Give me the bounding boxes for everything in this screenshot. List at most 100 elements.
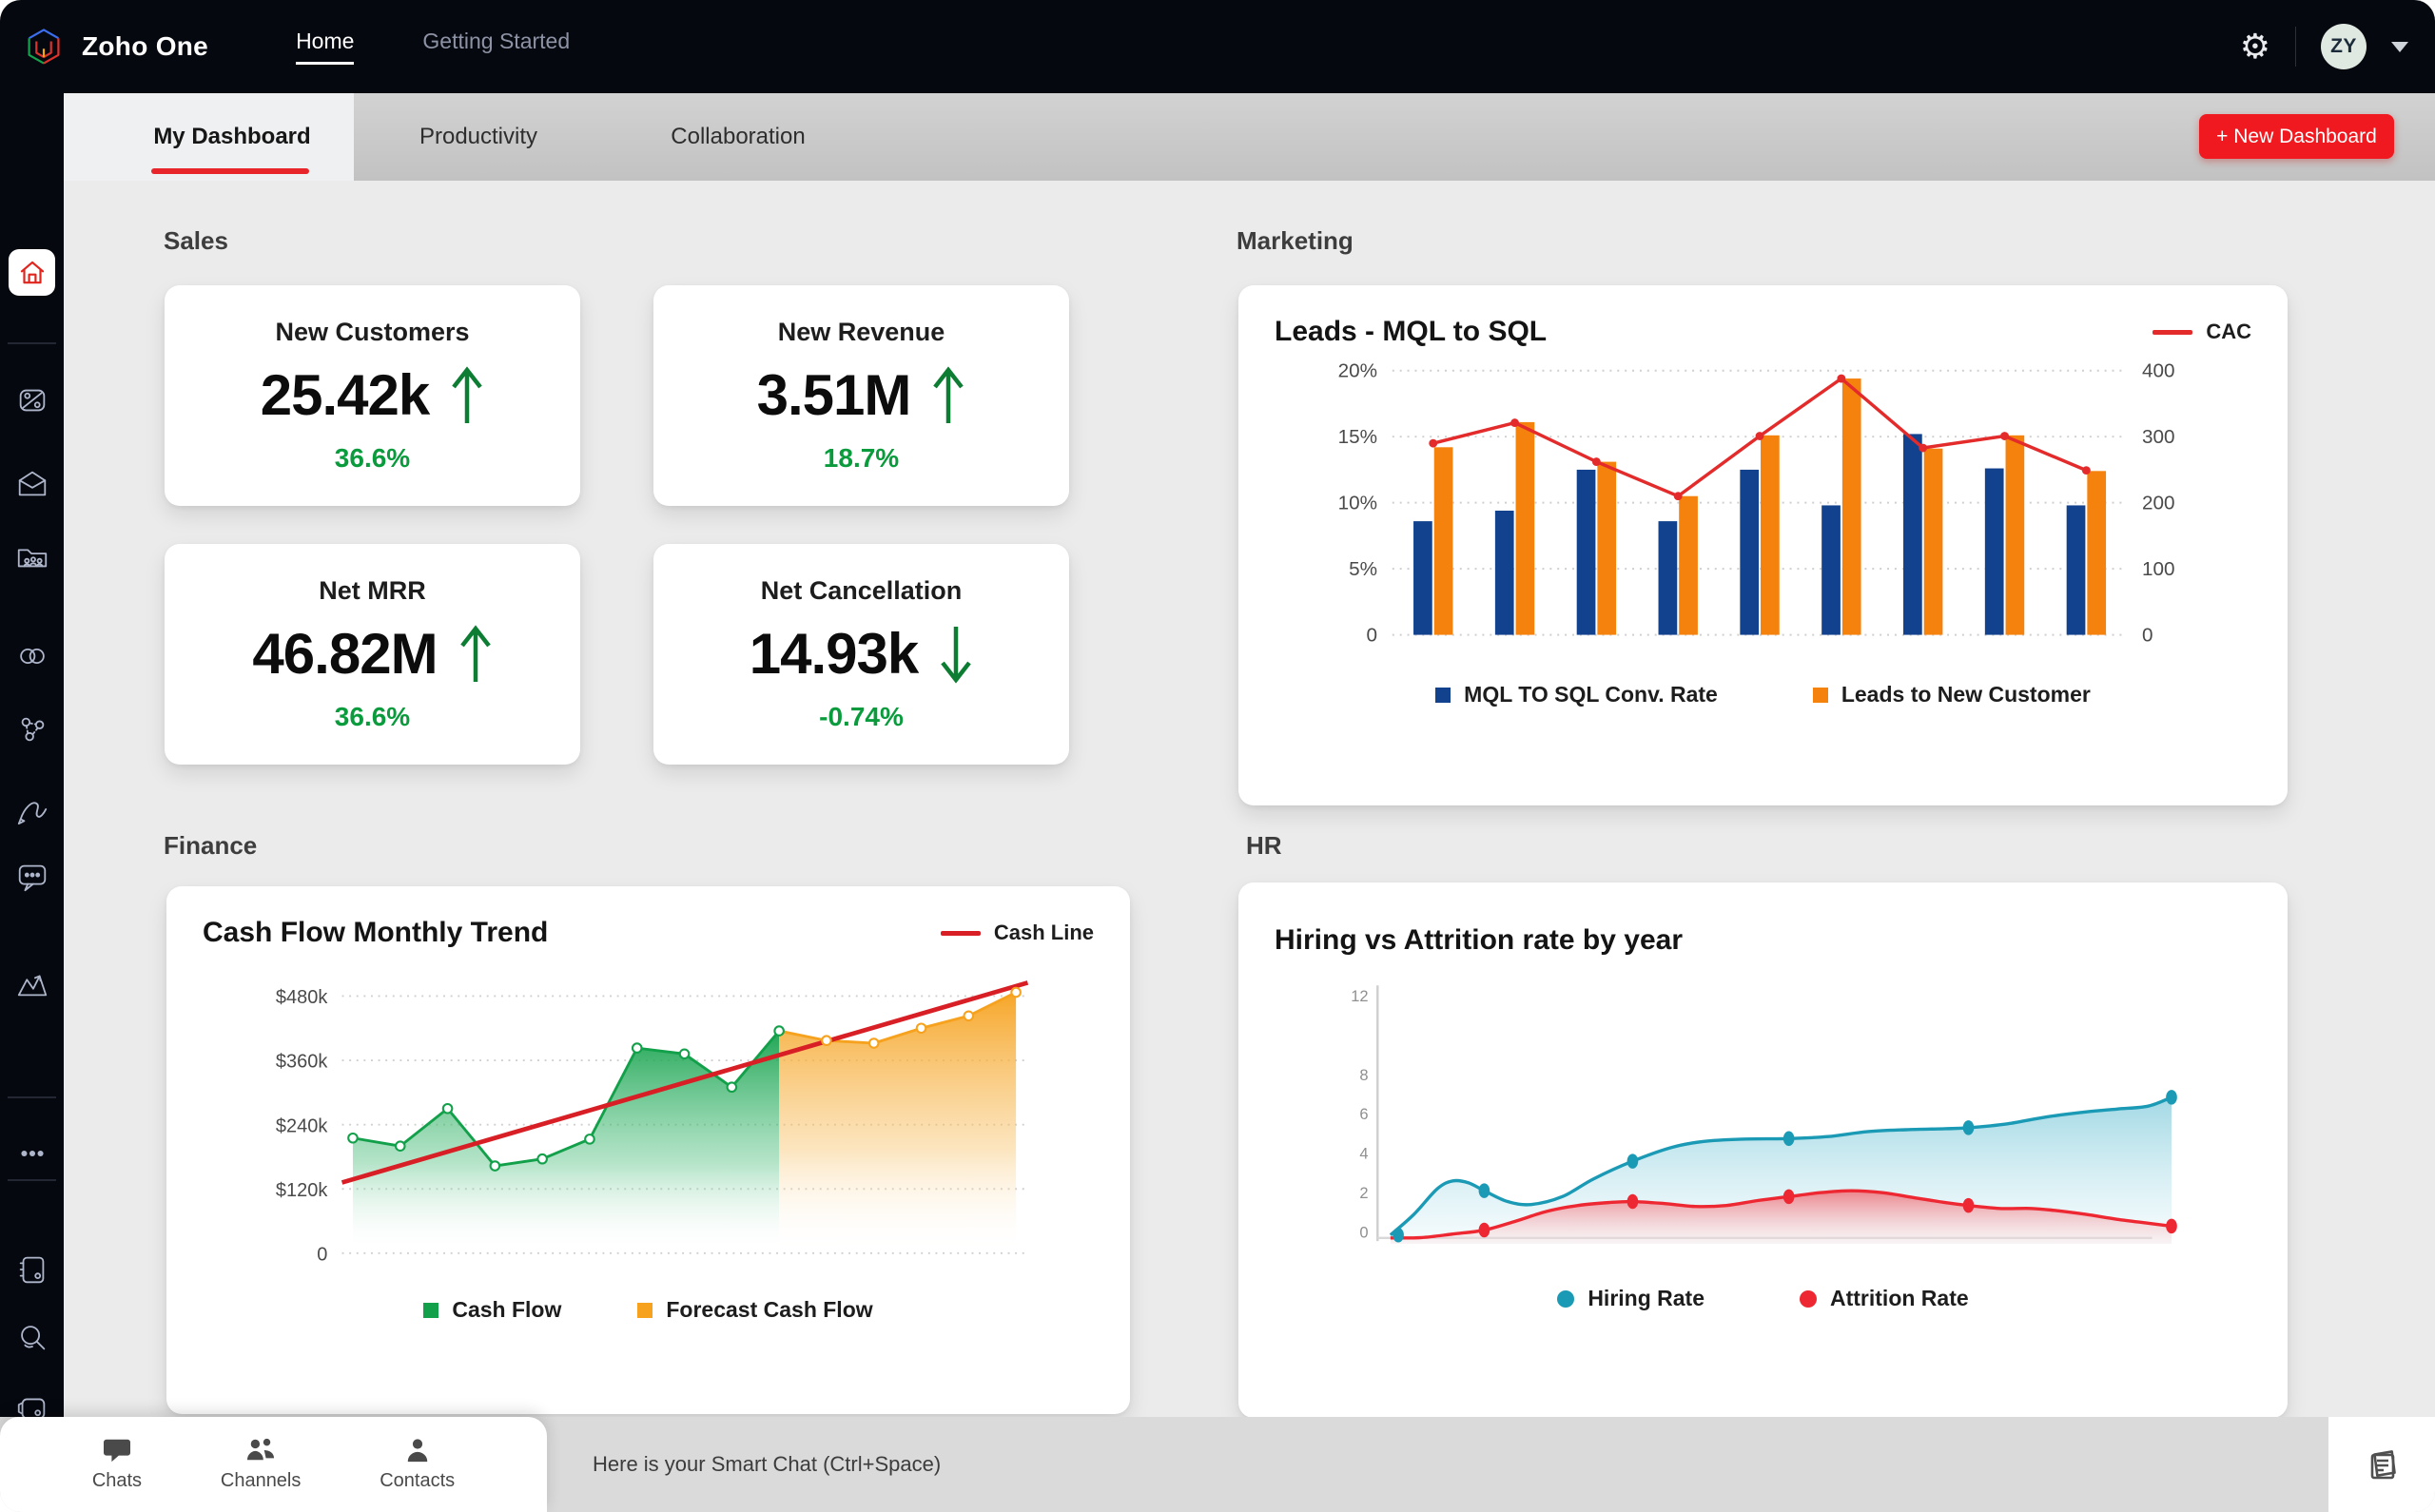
- green-square-swatch: [423, 1302, 439, 1318]
- person-icon: [407, 1439, 427, 1463]
- more-dots-icon: [20, 1150, 44, 1157]
- dashboard-tabstrip: My Dashboard Productivity Collaboration …: [64, 93, 2435, 181]
- chat-bubble-icon: [103, 1439, 130, 1463]
- chat-icon: [18, 864, 46, 892]
- svg-text:100: 100: [2142, 558, 2175, 580]
- nav-getting-started[interactable]: Getting Started: [422, 29, 570, 65]
- mql-to-sql-chart: 20% 400 15% 300 10% 200 5% 100 0 0: [1338, 360, 2175, 647]
- links-icon: [19, 648, 45, 665]
- sign-icon: [17, 802, 47, 825]
- bottom-tab-channels[interactable]: Channels: [221, 1437, 301, 1492]
- kpi-value: 46.82M: [252, 622, 438, 686]
- notes-button[interactable]: [2328, 1417, 2435, 1512]
- svg-text:5%: 5%: [1349, 558, 1377, 580]
- kpi-change: 36.6%: [334, 443, 411, 473]
- svg-text:$360k: $360k: [276, 1052, 328, 1073]
- svg-text:0: 0: [2142, 624, 2153, 646]
- zoho-one-logo-icon[interactable]: [23, 21, 65, 72]
- sidebar-item-analytics[interactable]: [0, 966, 64, 1002]
- svg-text:2: 2: [1359, 1185, 1368, 1202]
- bottom-tab-chats[interactable]: Chats: [92, 1437, 142, 1492]
- sidebar-item-search[interactable]: [0, 1320, 64, 1356]
- sidebar-item-connect[interactable]: [0, 711, 64, 747]
- blue-square-swatch: [1435, 687, 1451, 703]
- sidebar-item-journal[interactable]: [0, 1251, 64, 1288]
- kpi-card-net-mrr: Net MRR 46.82M 36.6%: [165, 544, 580, 765]
- sidebar-item-crm[interactable]: [0, 382, 64, 418]
- svg-text:$480k: $480k: [276, 987, 328, 1008]
- chart-top-legend: CAC: [2153, 320, 2251, 344]
- tab-collaboration[interactable]: Collaboration: [648, 93, 828, 181]
- chart-title: Leads - MQL to SQL: [1275, 316, 1548, 347]
- hiring-attrition-chart: 12 8 6 4 2 0: [1351, 985, 2177, 1245]
- sidebar-item-crm-plus[interactable]: [0, 638, 64, 674]
- tab-productivity[interactable]: Productivity: [393, 93, 564, 181]
- kpi-card-new-customers: New Customers 25.42k 36.6%: [165, 285, 580, 506]
- active-tab-underline: [151, 168, 309, 174]
- kpi-title: New Revenue: [777, 318, 945, 346]
- sidebar-divider: [8, 1179, 56, 1181]
- svg-text:0: 0: [317, 1244, 327, 1265]
- chart-top-legend: Cash Line: [940, 921, 1094, 945]
- journal-icon: [19, 1256, 44, 1284]
- topbar-divider: [2295, 27, 2296, 67]
- svg-text:$240k: $240k: [276, 1115, 328, 1136]
- hr-chart-card: Hiring vs Attrition rate by year 12 8 6 4 2 0…: [1238, 882, 2288, 1418]
- home-icon: [20, 261, 44, 283]
- cac-line-swatch: [2153, 329, 2193, 335]
- kpi-title: Net MRR: [319, 576, 426, 605]
- svg-text:300: 300: [2142, 426, 2175, 448]
- kpi-title: New Customers: [275, 318, 470, 346]
- smart-chat-tabs-panel: Chats Channels Contacts: [0, 1417, 547, 1512]
- kpi-title: Net Cancellation: [760, 576, 963, 605]
- svg-text:0: 0: [1367, 624, 1378, 646]
- svg-text:4: 4: [1359, 1146, 1368, 1163]
- sidebar-item-mail[interactable]: [0, 466, 64, 502]
- svg-text:200: 200: [2142, 493, 2175, 514]
- kpi-card-new-revenue: New Revenue 3.51M 18.7%: [653, 285, 1069, 506]
- sidebar-item-home[interactable]: [9, 249, 55, 296]
- chevron-down-icon[interactable]: [2391, 41, 2408, 52]
- nav-home[interactable]: Home: [296, 29, 355, 65]
- topbar-right: ⚙ ZY: [2240, 24, 2408, 69]
- chart-title: Hiring vs Attrition rate by year: [1275, 924, 1683, 956]
- kpi-change: -0.74%: [819, 702, 904, 731]
- section-label-finance: Finance: [164, 831, 258, 860]
- smart-chat-input[interactable]: Here is your Smart Chat (Ctrl+Space): [547, 1417, 2328, 1512]
- analytics-icon: [17, 975, 47, 997]
- svg-text:12: 12: [1351, 988, 1368, 1005]
- trend-up-arrow-icon: [933, 365, 964, 423]
- svg-text:10%: 10%: [1338, 493, 1377, 514]
- sidebar-item-workdrive[interactable]: [0, 538, 64, 574]
- cash-flow-chart: $480k $360k $240k $120k 0: [276, 980, 1029, 1265]
- new-dashboard-button[interactable]: + New Dashboard: [2199, 114, 2394, 159]
- section-label-marketing: Marketing: [1237, 226, 1354, 255]
- trend-down-arrow-icon: [941, 626, 972, 684]
- topbar: Zoho One Home Getting Started ⚙ ZY: [0, 0, 2435, 93]
- folder-team-icon: [17, 549, 47, 568]
- kpi-value: 3.51M: [756, 363, 912, 427]
- avatar[interactable]: ZY: [2321, 24, 2367, 69]
- smart-chat-placeholder: Here is your Smart Chat (Ctrl+Space): [593, 1452, 942, 1476]
- svg-text:400: 400: [2142, 360, 2175, 382]
- mail-icon: [18, 471, 46, 496]
- sidebar: [0, 93, 64, 1420]
- bottombar: Chats Channels Contacts Here is your Sma…: [0, 1417, 2435, 1512]
- kpi-value: 14.93k: [749, 622, 920, 686]
- finance-chart-card: Cash Flow Monthly Trend Cash Line $480k $…: [166, 886, 1130, 1414]
- svg-text:15%: 15%: [1338, 426, 1377, 448]
- kpi-value: 25.42k: [260, 363, 431, 427]
- sidebar-item-sign[interactable]: [0, 790, 64, 826]
- sidebar-item-cliq[interactable]: [0, 859, 64, 895]
- gear-icon[interactable]: ⚙: [2240, 29, 2270, 64]
- zoho-one-app: Zoho One Home Getting Started ⚙ ZY My Da…: [0, 0, 2435, 1512]
- section-label-hr: HR: [1246, 831, 1282, 860]
- marketing-chart-card: Leads - MQL to SQL CAC 20% 400 15% 300 10% 20…: [1238, 285, 2288, 805]
- kpi-change: 36.6%: [334, 702, 411, 731]
- network-icon: [21, 717, 44, 742]
- bottom-tab-contacts[interactable]: Contacts: [380, 1437, 455, 1492]
- sidebar-item-more[interactable]: [0, 1135, 64, 1172]
- chart-legend: Cash Flow Forecast Cash Flow: [199, 1288, 1098, 1334]
- notes-icon: [2370, 1450, 2396, 1480]
- top-navigation: Home Getting Started: [296, 29, 570, 65]
